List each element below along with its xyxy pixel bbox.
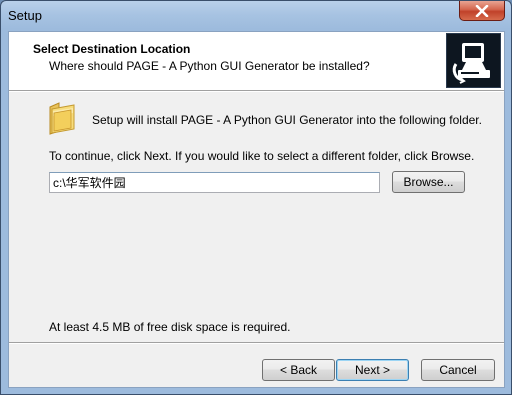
install-intro-text: Setup will install PAGE - A Python GUI G… <box>92 113 482 127</box>
page-subtitle: Where should PAGE - A Python GUI Generat… <box>49 59 370 73</box>
wizard-page: Select Destination Location Where should… <box>8 31 505 388</box>
next-button[interactable]: Next > <box>336 359 409 381</box>
footer-separator <box>9 342 504 344</box>
back-button[interactable]: < Back <box>262 359 335 381</box>
instructions-text: To continue, click Next. If you would li… <box>49 149 475 163</box>
cancel-button[interactable]: Cancel <box>421 359 495 381</box>
browse-button[interactable]: Browse... <box>392 171 465 193</box>
wizard-header: Select Destination Location Where should… <box>9 32 504 90</box>
setup-window: Setup Select Destination Location Where … <box>0 0 512 395</box>
disk-space-text: At least 4.5 MB of free disk space is re… <box>49 320 291 334</box>
close-button[interactable] <box>459 1 505 21</box>
close-icon <box>475 4 489 17</box>
destination-path-input[interactable] <box>49 172 380 193</box>
window-title: Setup <box>8 8 42 23</box>
folder-icon <box>47 101 79 138</box>
setup-computer-icon <box>446 33 501 88</box>
header-separator <box>9 90 504 92</box>
page-title: Select Destination Location <box>33 42 191 56</box>
title-bar[interactable]: Setup <box>1 1 511 31</box>
